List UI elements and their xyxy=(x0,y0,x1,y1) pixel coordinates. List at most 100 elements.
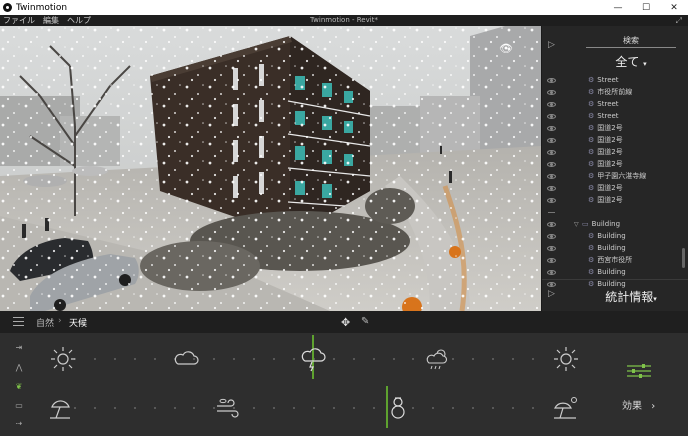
menu-file[interactable]: ファイル xyxy=(3,15,35,26)
maximize-button[interactable]: ☐ xyxy=(632,0,660,15)
season-slider[interactable] xyxy=(44,386,584,428)
mesh-icon: ⚙ xyxy=(588,268,595,276)
eye-icon[interactable] xyxy=(547,137,556,143)
mesh-icon: ⚙ xyxy=(588,136,595,144)
list-item[interactable]: ⚙ 国道2号 xyxy=(542,194,688,206)
viewport-scene xyxy=(0,26,541,311)
item-label: 市役所前線 xyxy=(597,88,633,96)
scene-tree: ⚙ Street ⚙ 市役所前線 ⚙ Street ⚙ Street ⚙ 国道2号 ⚙ 国道… xyxy=(542,74,688,304)
list-item[interactable]: ⚙ 国道2号 xyxy=(542,122,688,134)
export-icon[interactable]: ⇢ xyxy=(12,419,26,429)
list-item[interactable]: ⚙ 国道2号 xyxy=(542,182,688,194)
breadcrumb: 自然 › 天候 ✥ ✎ xyxy=(0,311,688,333)
terrain-icon[interactable]: ⋀ xyxy=(12,363,26,373)
item-label: 国道2号 xyxy=(597,184,623,192)
eye-icon[interactable] xyxy=(547,233,556,239)
expand-arrow-icon[interactable]: ▷ xyxy=(548,289,555,299)
visibility-eye-icon[interactable]: 👁 xyxy=(499,42,513,55)
item-label: Building xyxy=(597,232,626,240)
sun-icon xyxy=(554,347,578,371)
hamburger-icon[interactable] xyxy=(13,317,24,329)
list-item[interactable]: ⚙ Street xyxy=(542,110,688,122)
eye-icon[interactable] xyxy=(547,113,556,119)
eye-icon[interactable] xyxy=(547,257,556,263)
stats-dropdown[interactable]: 統計情報▾ xyxy=(586,288,676,305)
list-item[interactable]: ⚙ 国道2号 xyxy=(542,134,688,146)
eye-icon[interactable] xyxy=(547,77,556,83)
mesh-icon: ⚙ xyxy=(588,100,595,108)
eye-icon[interactable] xyxy=(547,173,556,179)
menu-help[interactable]: ヘルプ xyxy=(67,15,91,26)
sun-icon xyxy=(51,347,75,371)
item-label: 国道2号 xyxy=(597,148,623,156)
folder-icon: ▭ xyxy=(582,220,589,228)
eye-icon[interactable] xyxy=(547,149,556,155)
eye-icon[interactable] xyxy=(547,101,556,107)
fullscreen-icon[interactable]: ⤢ xyxy=(676,15,682,26)
app-title: Twinmotion xyxy=(16,2,68,13)
leaf-icon[interactable]: ❦ xyxy=(12,382,26,392)
import-icon[interactable]: ⇥ xyxy=(12,343,26,353)
list-item[interactable]: ⚙ 国道2号 xyxy=(542,146,688,158)
eye-icon[interactable] xyxy=(547,185,556,191)
list-item[interactable]: ⚙ Street xyxy=(542,74,688,86)
eye-icon[interactable] xyxy=(547,269,556,275)
3d-viewport[interactable]: 👁 xyxy=(0,26,541,311)
cloud-slider[interactable] xyxy=(44,335,584,379)
eye-icon[interactable] xyxy=(547,221,556,227)
list-item[interactable]: ⚙ 国道2号 xyxy=(542,158,688,170)
eye-icon[interactable] xyxy=(547,197,556,203)
eye-icon[interactable] xyxy=(547,125,556,131)
list-item[interactable]: ⚙ Building xyxy=(542,266,688,278)
item-label: Street xyxy=(597,100,619,108)
list-item[interactable]: ⚙ Street xyxy=(542,98,688,110)
cloud-icon xyxy=(174,351,199,365)
list-item[interactable]: ⚙ 西宮市役所 xyxy=(542,254,688,266)
list-item[interactable]: ⚙ 甲子園六湛寺線 xyxy=(542,170,688,182)
mesh-icon: ⚙ xyxy=(588,172,595,180)
chevron-right-icon: › xyxy=(651,401,656,412)
list-item[interactable]: ⚙ 市役所前線 xyxy=(542,86,688,98)
sun-rain-icon xyxy=(426,349,448,370)
item-label: 国道2号 xyxy=(597,124,623,132)
snowman-icon xyxy=(391,397,405,419)
expand-triangle-icon[interactable]: ▽ xyxy=(574,221,579,228)
scrollbar-thumb[interactable] xyxy=(682,248,685,268)
chevron-down-icon: ▾ xyxy=(653,295,657,303)
eye-icon[interactable] xyxy=(547,161,556,167)
stats-label: 統計情報 xyxy=(605,290,654,304)
eye-icon[interactable] xyxy=(547,245,556,251)
search-label[interactable]: 検索 xyxy=(586,35,676,48)
breadcrumb-nature[interactable]: 自然 xyxy=(36,316,54,329)
menu-edit[interactable]: 編集 xyxy=(43,15,59,26)
title-bar: Twinmotion — ☐ ✕ xyxy=(0,0,688,15)
move-icon[interactable]: ✥ xyxy=(341,316,350,329)
eye-icon[interactable] xyxy=(547,89,556,95)
mesh-icon: ⚙ xyxy=(588,196,595,204)
folder-row[interactable]: ▽ ▭ Building xyxy=(542,218,688,230)
sliders-settings-icon[interactable] xyxy=(626,363,652,379)
list-item[interactable]: ⚙ Building xyxy=(542,242,688,254)
close-button[interactable]: ✕ xyxy=(660,0,688,15)
mesh-icon: ⚙ xyxy=(588,76,595,84)
media-icon[interactable]: ▭ xyxy=(12,401,26,411)
mesh-icon: ⚙ xyxy=(588,184,595,192)
scene-panel: ▷ 検索 全て ▾ ⚙ Street ⚙ 市役所前線 ⚙ Street ⚙ Street… xyxy=(541,26,688,311)
filter-dropdown[interactable]: 全て ▾ xyxy=(586,53,676,70)
item-label: Street xyxy=(597,112,619,120)
breadcrumb-separator-icon: › xyxy=(58,316,62,326)
stats-section[interactable]: ▷ 統計情報▾ xyxy=(542,279,688,311)
list-item[interactable]: ⚙ Building xyxy=(542,230,688,242)
item-label: 国道2号 xyxy=(597,196,623,204)
menu-bar: Twinmotion - Revit* ファイル 編集 ヘルプ ⤢ xyxy=(0,15,688,26)
pen-icon[interactable]: ✎ xyxy=(361,316,369,327)
item-label: Building xyxy=(597,244,626,252)
beach-umbrella-icon xyxy=(50,400,70,419)
panel-collapse-icon[interactable]: ▷ xyxy=(548,40,555,50)
minimize-button[interactable]: — xyxy=(604,0,632,15)
filter-label: 全て xyxy=(615,55,640,69)
list-item-hidden[interactable] xyxy=(542,206,688,218)
hidden-eye-icon[interactable] xyxy=(548,211,555,213)
effects-button[interactable]: 効果 › xyxy=(622,397,655,412)
effects-label: 効果 xyxy=(622,401,642,412)
